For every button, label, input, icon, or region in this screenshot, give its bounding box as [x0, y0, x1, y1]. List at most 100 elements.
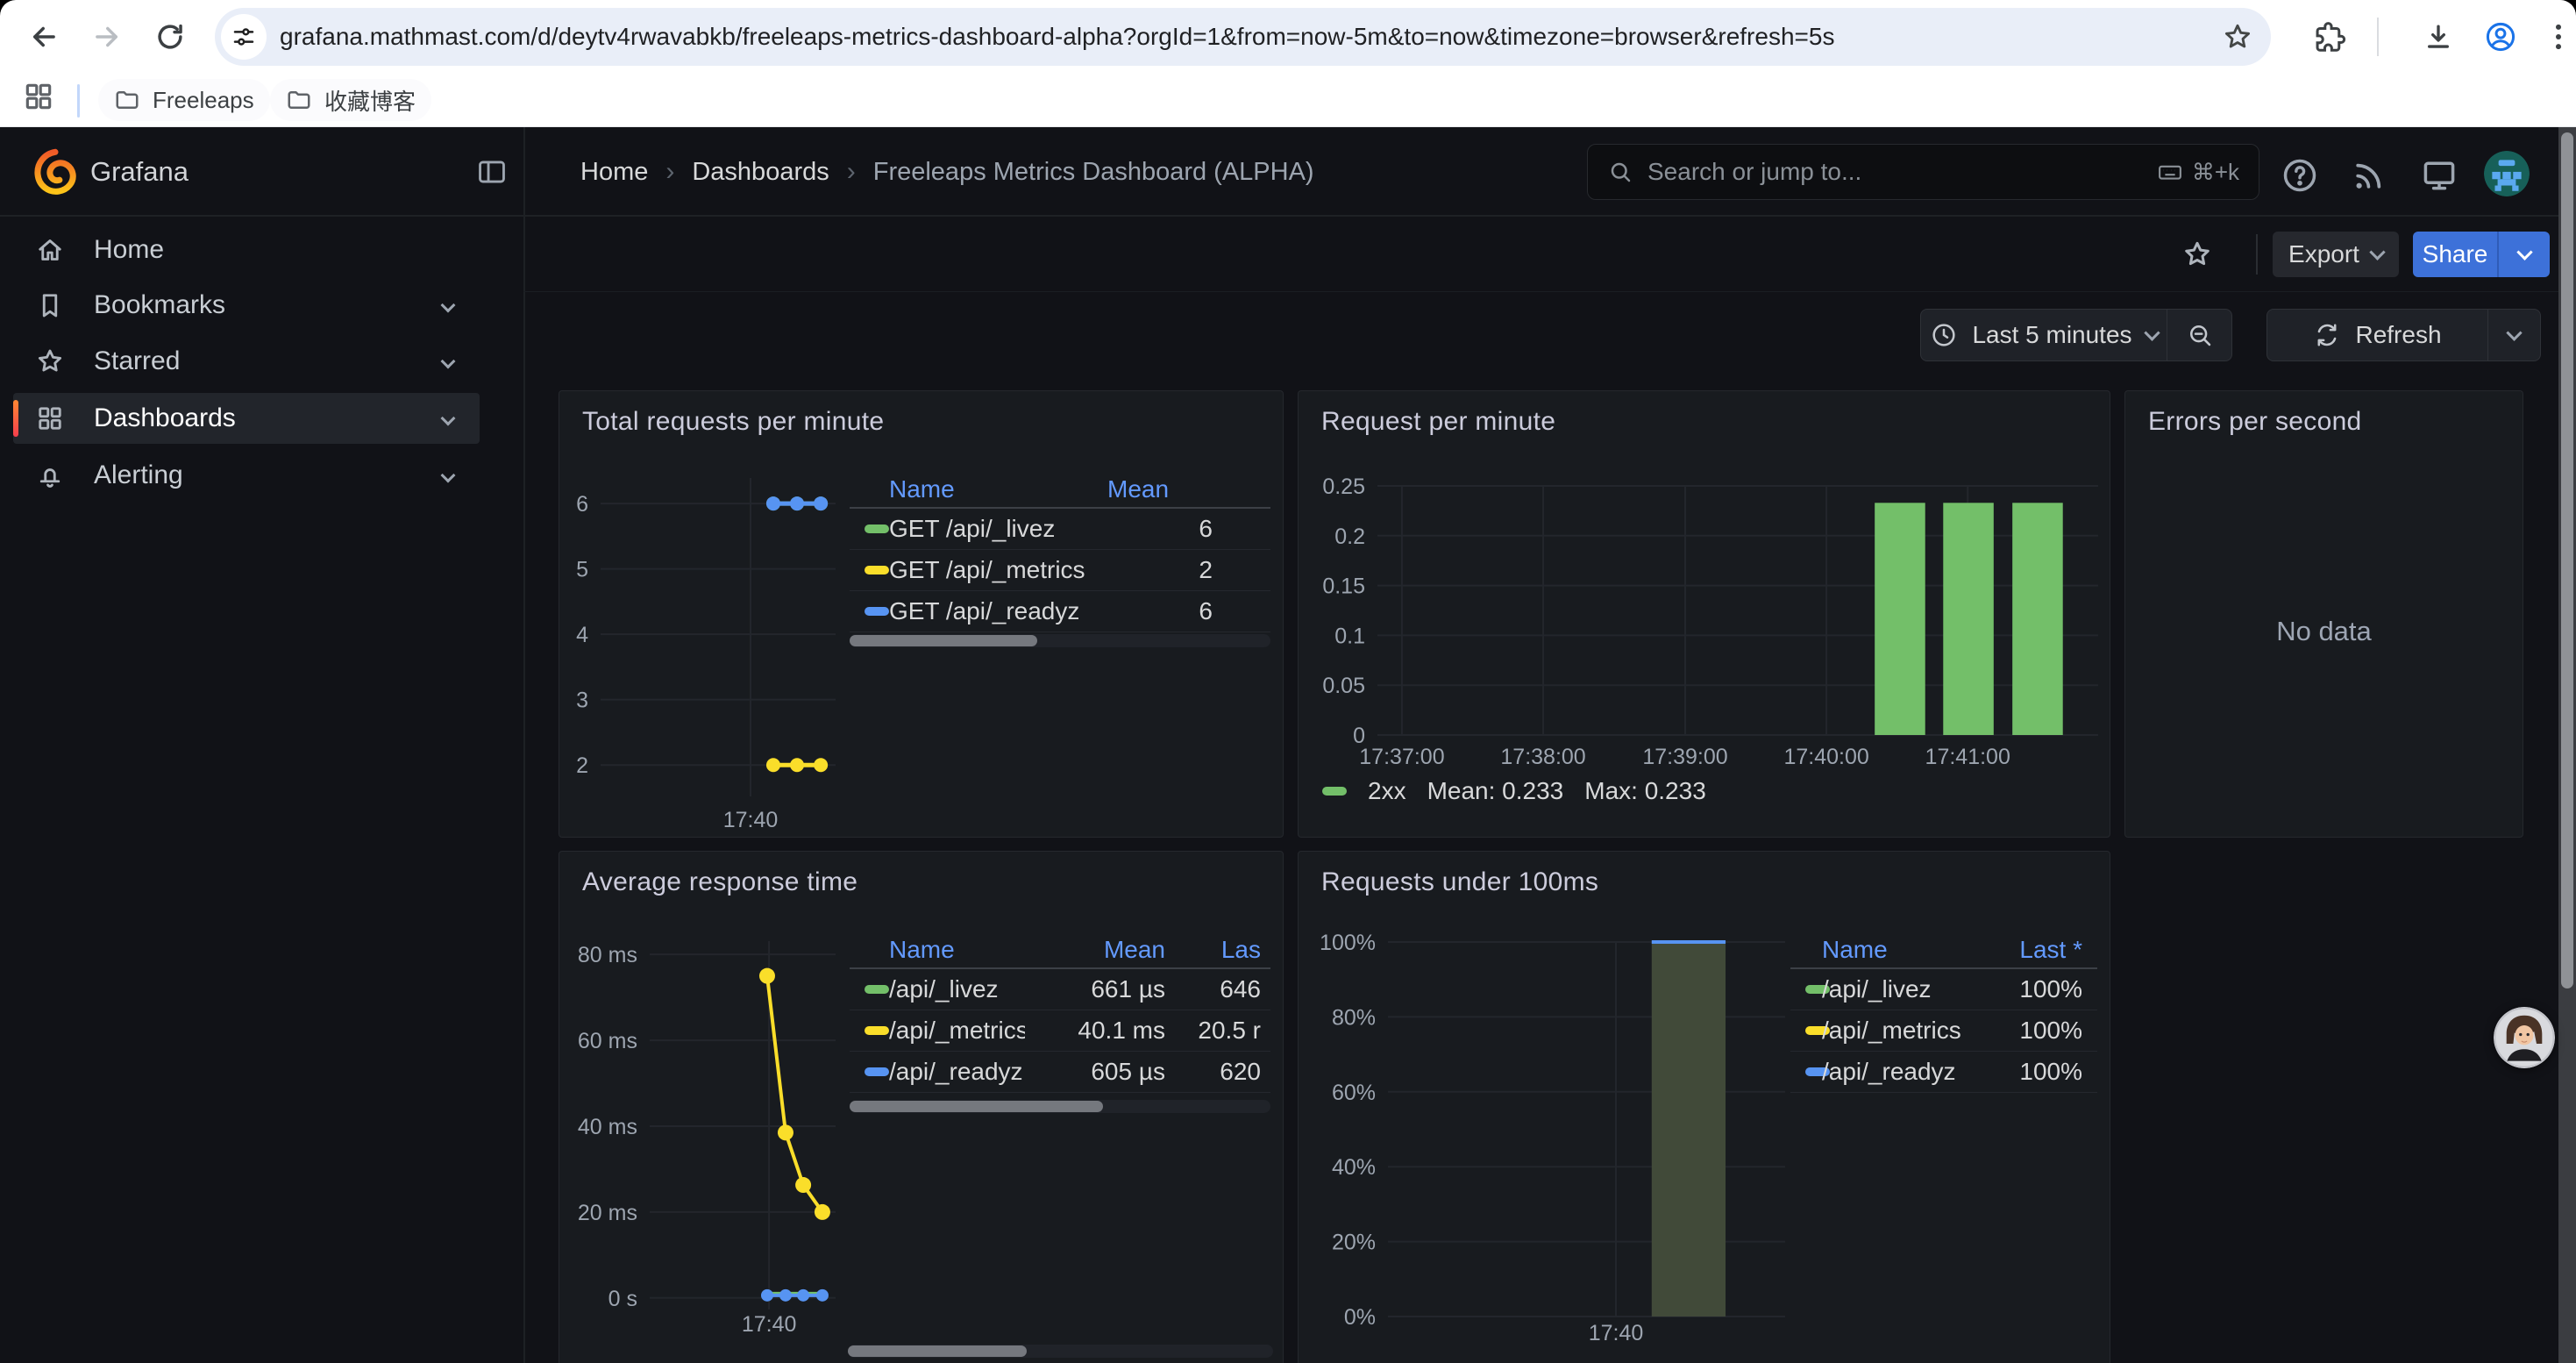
series-swatch	[865, 566, 889, 574]
legend-scrollbar[interactable]	[850, 1100, 1270, 1113]
bookmark-star-button[interactable]	[2222, 21, 2253, 53]
legend-scrollbar-sticky[interactable]	[848, 1345, 1273, 1358]
time-range-picker[interactable]: Last 5 minutes	[1920, 309, 2167, 361]
forward-button[interactable]	[81, 11, 133, 63]
news-rss-icon[interactable]	[2350, 156, 2388, 195]
svg-text:17:38:00: 17:38:00	[1500, 745, 1585, 769]
scrollbar-thumb[interactable]	[848, 1345, 1027, 1357]
table-row[interactable]: GET /api/_readyz6	[850, 591, 1270, 632]
legend-column-header[interactable]: Las	[1174, 936, 1270, 964]
monitor-icon[interactable]	[2420, 156, 2459, 195]
legend-header: NameMean	[850, 472, 1270, 509]
back-icon	[27, 20, 60, 54]
downloads-button[interactable]	[2412, 11, 2465, 63]
legend-table: NameLast * /api/_livez100%/api/_metrics10…	[1790, 932, 2097, 1093]
table-row[interactable]: /api/_readyz100%	[1790, 1052, 2097, 1093]
svg-text:60 ms: 60 ms	[578, 1029, 637, 1053]
svg-text:4: 4	[576, 623, 588, 647]
url-text[interactable]: grafana.mathmast.com/d/deytv4rwavabkb/fr…	[280, 8, 1834, 66]
svg-text:0.15: 0.15	[1322, 574, 1365, 599]
legend-max: Max: 0.233	[1584, 777, 1706, 805]
profile-button[interactable]	[2474, 11, 2527, 63]
refresh-button[interactable]: Refresh	[2266, 309, 2488, 361]
breadcrumb-dashboards[interactable]: Dashboards	[692, 158, 829, 187]
breadcrumb-home[interactable]: Home	[580, 158, 648, 187]
kebab-menu-icon	[2542, 20, 2575, 54]
url-bar[interactable]: grafana.mathmast.com/d/deytv4rwavabkb/fr…	[215, 8, 2271, 66]
apps-grid-icon	[22, 80, 55, 113]
table-row[interactable]: /api/_livez100%	[1790, 969, 2097, 1010]
share-menu-button[interactable]	[2497, 232, 2550, 277]
svg-text:20 ms: 20 ms	[578, 1201, 637, 1225]
sidebar-item-label: Dashboards	[94, 403, 443, 433]
table-row[interactable]: /api/_metrics40.1 ms20.5 r	[850, 1010, 1270, 1052]
favorite-star-button[interactable]	[2181, 238, 2214, 271]
download-icon	[2422, 20, 2455, 54]
requests-under-100ms-chart[interactable]: 0%20%40%60%80%100%17:40	[1299, 852, 1807, 1363]
reload-icon	[153, 20, 187, 54]
search-icon	[1607, 159, 1633, 185]
series-name: GET /api/_livez	[889, 515, 1107, 543]
browser-chrome: grafana.mathmast.com/d/deytv4rwavabkb/fr…	[0, 0, 2576, 127]
legend-column-header[interactable]: Name	[889, 936, 1025, 964]
table-row[interactable]: /api/_readyz605 µs620	[850, 1052, 1270, 1093]
browser-menu-button[interactable]	[2532, 11, 2576, 63]
svg-text:0 s: 0 s	[608, 1287, 637, 1311]
sidebar-item-alerting[interactable]: Alerting	[13, 450, 480, 501]
series-value: 620	[1174, 1058, 1270, 1086]
search-input[interactable]: Search or jump to... ⌘+k	[1587, 144, 2259, 200]
reload-button[interactable]	[144, 11, 196, 63]
request-per-minute-chart[interactable]: 00.050.10.150.20.2517:37:0017:38:0017:39…	[1299, 391, 2111, 777]
tune-icon	[231, 24, 257, 50]
legend-column-header[interactable]: Name	[1822, 936, 1992, 964]
table-row[interactable]: /api/_metrics100%	[1790, 1010, 2097, 1052]
legend-column-header[interactable]: Mean	[1107, 475, 1270, 503]
sidebar-item-label: Home	[94, 235, 480, 265]
total-requests-chart[interactable]: 2345617:40	[559, 391, 857, 834]
help-icon[interactable]	[2281, 156, 2319, 195]
time-controls: Last 5 minutes Refresh	[0, 309, 2576, 361]
extensions-icon	[2313, 20, 2346, 54]
zoom-out-icon	[2186, 321, 2214, 349]
extensions-button[interactable]	[2303, 11, 2356, 63]
folder-icon	[286, 87, 312, 113]
svg-text:17:40: 17:40	[1589, 1321, 1644, 1345]
legend-scrollbar[interactable]	[850, 634, 1270, 647]
sidebar-item-home[interactable]: Home	[13, 225, 480, 275]
back-button[interactable]	[18, 11, 70, 63]
bookmark-folder-freeleaps[interactable]: Freeleaps	[98, 79, 270, 121]
series-swatch	[865, 1067, 889, 1076]
series-value: 2	[1107, 556, 1270, 584]
dock-menu-toggle-icon[interactable]	[474, 155, 509, 189]
scrollbar-thumb[interactable]	[850, 1101, 1103, 1112]
legend-column-header[interactable]: Last *	[1992, 936, 2097, 964]
refresh-interval-button[interactable]	[2488, 309, 2541, 361]
export-button[interactable]: Export	[2273, 232, 2399, 277]
svg-text:80 ms: 80 ms	[578, 943, 637, 967]
user-avatar[interactable]	[2484, 151, 2530, 196]
legend-column-header[interactable]: Name	[889, 475, 1107, 503]
zoom-out-button[interactable]	[2167, 309, 2232, 361]
page-scrollbar[interactable]	[2558, 127, 2576, 1363]
chart-legend[interactable]: 2xx Mean: 0.233 Max: 0.233	[1322, 777, 1706, 805]
table-row[interactable]: GET /api/_livez6	[850, 509, 1270, 550]
panel-errors-per-second: Errors per second No data	[2124, 390, 2523, 838]
folder-icon	[114, 87, 140, 113]
series-value: 646	[1174, 975, 1270, 1003]
site-settings-button[interactable]	[221, 14, 267, 60]
apps-button[interactable]	[12, 70, 65, 123]
legend-column-header[interactable]: Mean	[1025, 936, 1174, 964]
scrollbar-thumb[interactable]	[850, 635, 1037, 646]
bookmark-folder-blogs[interactable]: 收藏博客	[270, 79, 431, 121]
average-response-time-chart[interactable]: 0 s20 ms40 ms60 ms80 ms17:40	[559, 852, 857, 1360]
scrollbar-thumb[interactable]	[2561, 132, 2573, 988]
series-value: 40.1 ms	[1025, 1017, 1174, 1045]
legend-series-name: 2xx	[1368, 777, 1406, 805]
sidebar-item-dashboards[interactable]: Dashboards	[13, 393, 480, 444]
bookmark-label: Freeleaps	[153, 87, 254, 114]
legend-swatch	[1322, 787, 1347, 796]
table-row[interactable]: /api/_livez661 µs646	[850, 969, 1270, 1010]
table-row[interactable]: GET /api/_metrics2	[850, 550, 1270, 591]
floating-assistant-avatar[interactable]	[2494, 1007, 2555, 1068]
share-button[interactable]: Share	[2413, 232, 2497, 277]
